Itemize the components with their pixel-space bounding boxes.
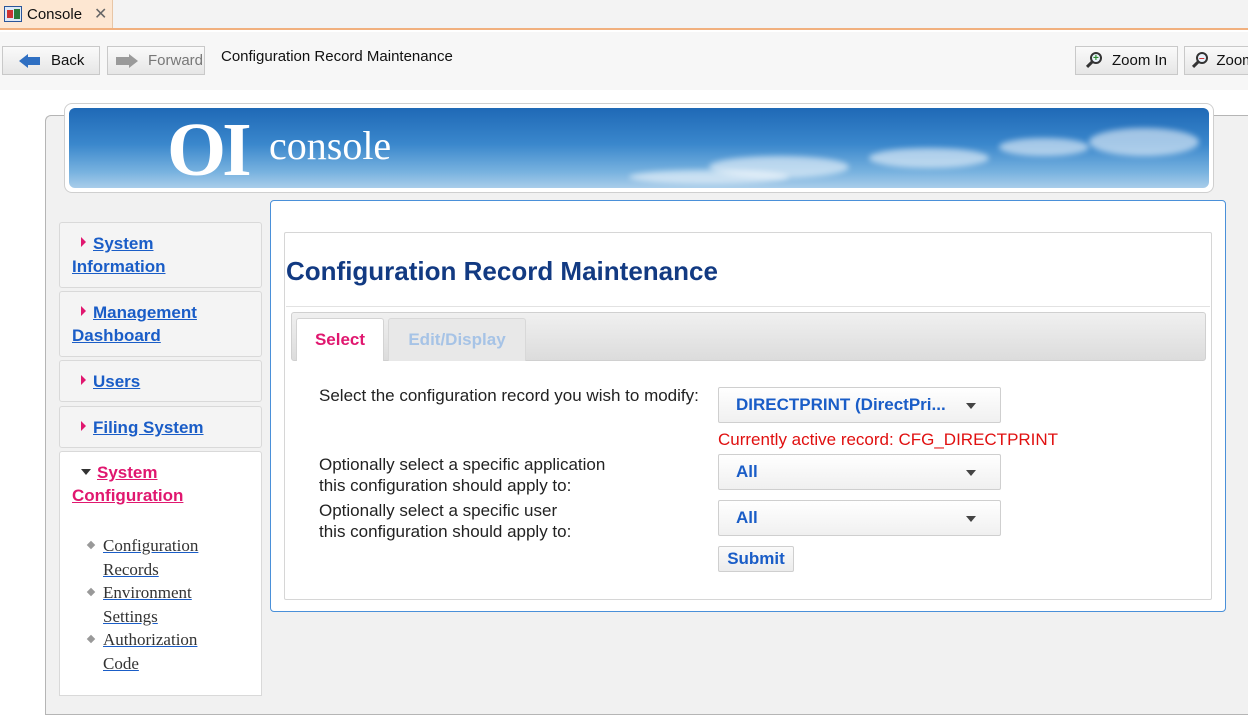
tab-select[interactable]: Select — [296, 318, 384, 361]
window-tabstrip: Console ✕ — [0, 0, 1248, 30]
bullet-diamond-icon — [86, 540, 96, 550]
oi-logo: OI — [167, 108, 252, 188]
zoom-in-label: Zoom In — [1112, 52, 1168, 69]
chevron-down-icon — [966, 516, 976, 522]
chevron-down-icon — [966, 403, 976, 409]
caret-right-icon — [81, 421, 86, 431]
caret-right-icon — [81, 375, 86, 385]
zoom-in-button[interactable]: + Zoom In — [1075, 46, 1178, 75]
sidebar-nav: System Information Management Dashboard … — [59, 222, 262, 696]
user-select-label: Optionally select a specific user this c… — [319, 501, 571, 542]
sidebar-subnav: Configuration Records Environment Settin… — [59, 516, 262, 696]
application-dropdown-value: All — [736, 462, 758, 481]
user-dropdown[interactable]: All — [718, 500, 1001, 536]
forward-button[interactable]: Forward — [107, 46, 205, 75]
zoom-out-button[interactable]: – Zoom Out — [1184, 46, 1248, 75]
tab-label: Console — [27, 5, 83, 23]
sidebar-item-label[interactable]: Filing System — [93, 418, 204, 437]
caret-right-icon — [81, 237, 86, 247]
user-label-line-1: Optionally select a specific user — [319, 501, 558, 520]
submit-button[interactable]: Submit — [718, 546, 794, 572]
active-record-status: Currently active record: CFG_DIRECTPRINT — [718, 430, 1059, 449]
tab-edit-display[interactable]: Edit/Display — [388, 318, 526, 361]
sidebar-item-system-information[interactable]: System Information — [59, 222, 262, 288]
back-label: Back — [51, 52, 85, 69]
caret-down-icon — [81, 469, 91, 475]
arrow-left-icon — [19, 53, 41, 68]
sidebar-item-management-dashboard[interactable]: Management Dashboard — [59, 291, 262, 357]
bullet-diamond-icon — [86, 587, 96, 597]
back-button[interactable]: Back — [2, 46, 100, 75]
user-label-line-2: this configuration should apply to: — [319, 521, 572, 541]
application-label-line-1: Optionally select a specific application — [319, 455, 606, 474]
sidebar-item-label[interactable]: Management Dashboard — [72, 303, 197, 345]
subnav-item-configuration-records[interactable]: Configuration Records — [86, 534, 208, 581]
application-select-label: Optionally select a specific application… — [319, 455, 605, 496]
chevron-down-icon — [966, 470, 976, 476]
forward-label: Forward — [148, 52, 204, 69]
console-tab[interactable]: Console ✕ — [0, 0, 113, 28]
sidebar-item-filing-system[interactable]: Filing System — [59, 406, 262, 448]
console-app-icon — [4, 6, 22, 22]
user-dropdown-value: All — [736, 508, 758, 527]
page-title: Configuration Record Maintenance — [286, 256, 718, 286]
title-divider — [286, 306, 1210, 307]
subnav-item-label[interactable]: Environment Settings — [103, 581, 223, 628]
zoom-out-icon: – — [1191, 51, 1208, 70]
subnav-item-label[interactable]: Configuration Records — [103, 534, 223, 581]
sidebar-item-label[interactable]: Users — [93, 372, 140, 391]
record-select-label: Select the configuration record you wish… — [319, 386, 699, 405]
zoom-out-label: Zoom Out — [1216, 52, 1248, 69]
navigation-toolbar: Back Forward Configuration Record Mainte… — [0, 32, 1248, 90]
toolbar-title: Configuration Record Maintenance — [221, 48, 453, 65]
subnav-item-label[interactable]: Authorization Code — [103, 628, 223, 675]
zoom-in-icon: + — [1085, 51, 1103, 70]
console-banner: OI console — [64, 103, 1214, 193]
console-logo-text: console — [269, 123, 392, 168]
subnav-item-environment-settings[interactable]: Environment Settings — [86, 581, 208, 628]
sidebar-item-users[interactable]: Users — [59, 360, 262, 402]
record-dropdown-value: DIRECTPRINT (DirectPri... — [736, 395, 946, 414]
caret-right-icon — [81, 306, 86, 316]
application-label-line-2: this configuration should apply to: — [319, 475, 572, 495]
subnav-item-authorization-code[interactable]: Authorization Code — [86, 628, 208, 675]
close-icon[interactable]: ✕ — [94, 4, 107, 24]
sidebar-item-label[interactable]: System Information — [72, 234, 166, 276]
record-dropdown[interactable]: DIRECTPRINT (DirectPri... — [718, 387, 1001, 423]
banner-sky-image: OI console — [69, 108, 1209, 188]
arrow-right-icon — [116, 53, 138, 68]
bullet-diamond-icon — [86, 634, 96, 644]
application-dropdown[interactable]: All — [718, 454, 1001, 490]
sidebar-item-system-configuration[interactable]: System Configuration — [59, 451, 262, 517]
